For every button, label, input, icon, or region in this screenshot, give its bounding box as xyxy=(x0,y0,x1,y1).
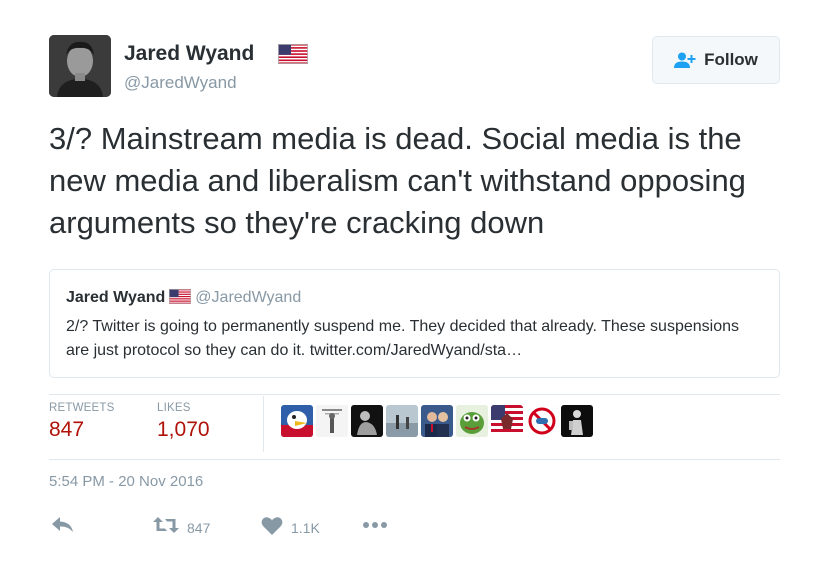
tweet-text: 3/? Mainstream media is dead. Social med… xyxy=(49,121,746,240)
retweet-count: 847 xyxy=(187,519,211,536)
quoted-author-handle: @JaredWyand xyxy=(195,289,302,306)
tweet-timestamp[interactable]: 5:54 PM - 20 Nov 2016 xyxy=(49,473,203,490)
follow-button-label: Follow xyxy=(704,50,758,69)
stats-separator xyxy=(263,396,264,452)
us-flag-icon xyxy=(169,289,192,309)
liker-avatar[interactable] xyxy=(561,405,593,437)
reply-icon xyxy=(51,516,75,539)
likes-stat[interactable]: LIKES 1,070 xyxy=(157,402,210,442)
reply-button[interactable] xyxy=(51,516,75,539)
retweets-stat[interactable]: RETWEETS 847 xyxy=(49,402,115,442)
quoted-tweet[interactable]: Jared Wyand @JaredWyand 2/? Twitter is g… xyxy=(49,269,780,378)
author-name[interactable]: Jared Wyand xyxy=(124,42,254,66)
liker-avatar[interactable] xyxy=(491,405,523,437)
author-handle[interactable]: @JaredWyand xyxy=(124,73,237,93)
us-flag-icon xyxy=(278,44,308,69)
likes-label: LIKES xyxy=(157,402,191,414)
divider xyxy=(49,459,780,460)
quoted-author-name: Jared Wyand xyxy=(66,289,166,306)
retweet-button[interactable]: 847 xyxy=(153,516,210,539)
like-count: 1.1K xyxy=(291,520,320,536)
retweet-icon xyxy=(153,516,179,539)
quoted-tweet-header: Jared Wyand @JaredWyand xyxy=(66,289,301,309)
author-avatar[interactable] xyxy=(49,35,111,97)
liker-avatar[interactable] xyxy=(456,405,488,437)
liker-avatar[interactable] xyxy=(421,405,453,437)
liker-avatar[interactable] xyxy=(316,405,348,437)
liker-avatars xyxy=(281,405,593,437)
more-icon xyxy=(362,516,388,539)
heart-icon xyxy=(261,516,283,540)
divider xyxy=(49,394,780,395)
follow-button[interactable]: Follow xyxy=(652,36,780,84)
like-button[interactable]: 1.1K xyxy=(261,516,320,540)
liker-avatar[interactable] xyxy=(526,405,558,437)
tweet-card: Jared Wyand @JaredWyand Follow 3/? Mains… xyxy=(0,0,829,570)
more-button[interactable] xyxy=(362,516,388,539)
liker-avatar[interactable] xyxy=(351,405,383,437)
liker-avatar[interactable] xyxy=(386,405,418,437)
retweets-label: RETWEETS xyxy=(49,402,115,414)
likes-value: 1,070 xyxy=(157,418,210,441)
retweets-value: 847 xyxy=(49,418,85,441)
add-user-icon xyxy=(674,52,696,68)
quoted-tweet-text: 2/? Twitter is going to permanently susp… xyxy=(66,318,739,359)
liker-avatar[interactable] xyxy=(281,405,313,437)
